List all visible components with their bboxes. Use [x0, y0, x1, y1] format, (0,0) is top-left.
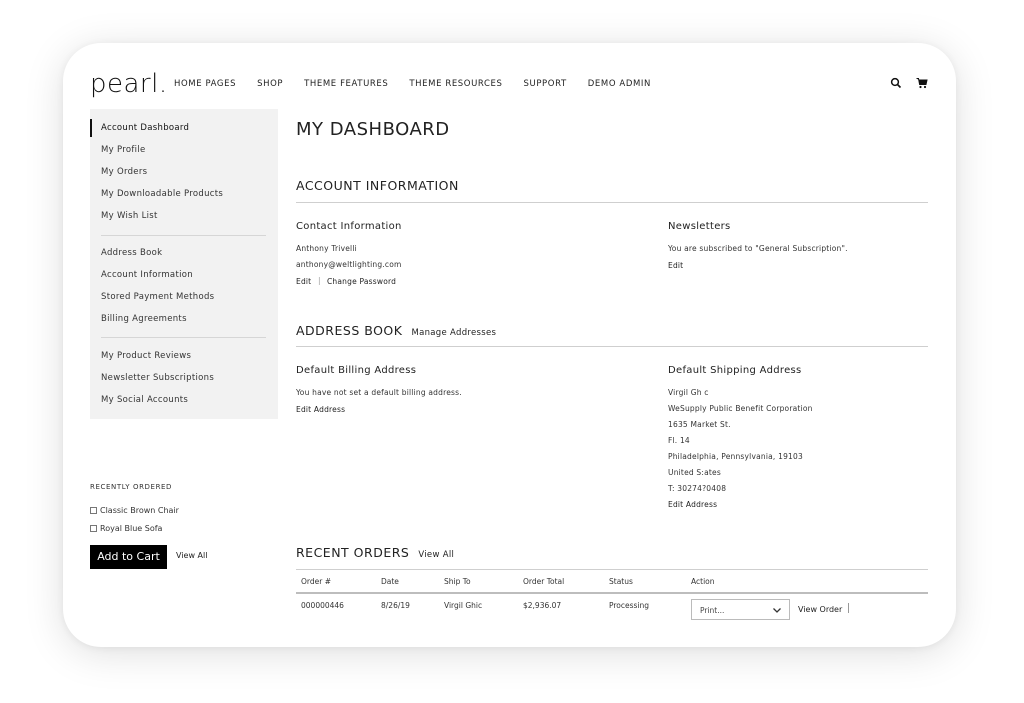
recently-ordered-title: RECENTLY ORDERED — [90, 483, 173, 491]
newsletters-title: Newsletters — [668, 221, 731, 232]
print-select[interactable]: Print... — [691, 599, 790, 620]
recent-orders-title: RECENT ORDERS View All — [296, 545, 454, 560]
order-total: $2,936.07 — [523, 601, 562, 610]
column-header-ship-to: Ship To — [444, 577, 471, 586]
recent-orders-heading: RECENT ORDERS — [296, 545, 410, 560]
manage-addresses-link[interactable]: Manage Addresses — [411, 328, 496, 338]
account-information-title: ACCOUNT INFORMATION — [296, 178, 459, 193]
contact-information-title: Contact Information — [296, 221, 402, 232]
sidebar-item-account-information[interactable]: Account Information — [101, 270, 193, 280]
sidebar-item-stored-payment-methods[interactable]: Stored Payment Methods — [101, 292, 214, 302]
recent-item-label: Royal Blue Sofa — [100, 524, 163, 533]
sidebar-item-wish-list[interactable]: My Wish List — [101, 211, 158, 221]
account-sidebar: Account Dashboard My Profile My Orders M… — [90, 109, 278, 419]
shipping-edit-address-link[interactable]: Edit Address — [668, 500, 717, 509]
search-icon[interactable] — [890, 77, 902, 89]
nav-shop[interactable]: SHOP — [257, 79, 283, 89]
link-separator: | — [318, 276, 321, 285]
recent-orders-view-all-link[interactable]: View All — [418, 550, 454, 560]
shipping-line: T: 30274?0408 — [668, 484, 727, 493]
shipping-line: WeSupply Public Benefit Corporation — [668, 404, 813, 413]
sidebar-item-address-book[interactable]: Address Book — [101, 248, 162, 258]
column-header-action: Action — [691, 577, 715, 586]
address-book-heading: ADDRESS BOOK — [296, 323, 403, 338]
sidebar-divider — [101, 337, 266, 338]
sidebar-item-social-accounts[interactable]: My Social Accounts — [101, 395, 188, 405]
checkbox[interactable] — [90, 525, 97, 532]
order-number: 000000446 — [301, 601, 344, 610]
contact-name: Anthony Trivelli — [296, 244, 357, 253]
contact-email: anthony@weltlighting.com — [296, 260, 402, 269]
column-header-order: Order # — [301, 577, 331, 586]
active-indicator — [90, 119, 92, 137]
billing-edit-address-link[interactable]: Edit Address — [296, 405, 345, 414]
chevron-down-icon — [773, 608, 781, 613]
column-header-date: Date — [381, 577, 399, 586]
sidebar-item-account-dashboard[interactable]: Account Dashboard — [101, 123, 189, 133]
newsletters-edit-link[interactable]: Edit — [668, 261, 683, 270]
page-title: MY DASHBOARD — [296, 119, 450, 140]
billing-text: You have not set a default billing addre… — [296, 388, 462, 397]
shipping-line: United S:ates — [668, 468, 721, 477]
section-divider — [296, 202, 928, 203]
change-password-link[interactable]: Change Password — [327, 277, 396, 286]
add-to-cart-button[interactable]: Add to Cart — [90, 545, 167, 569]
order-status: Processing — [609, 601, 650, 610]
order-ship-to: Virgil Ghic — [444, 601, 483, 610]
nav-demo-admin[interactable]: DEMO ADMIN — [588, 79, 651, 89]
nav-support[interactable]: SUPPORT — [524, 79, 567, 89]
section-divider — [296, 569, 928, 570]
nav-home-pages[interactable]: HOME PAGES — [174, 79, 236, 89]
address-book-title: ADDRESS BOOK Manage Addresses — [296, 323, 496, 338]
default-billing-title: Default Billing Address — [296, 365, 417, 376]
recent-item[interactable]: Royal Blue Sofa — [90, 524, 162, 533]
shipping-line: Fl. 14 — [668, 436, 690, 445]
sidebar-item-downloadable-products[interactable]: My Downloadable Products — [101, 189, 223, 199]
recent-item-label: Classic Brown Chair — [100, 506, 179, 515]
sidebar-item-billing-agreements[interactable]: Billing Agreements — [101, 314, 187, 324]
newsletters-text: You are subscribed to "General Subscript… — [668, 244, 848, 253]
sidebar-item-product-reviews[interactable]: My Product Reviews — [101, 351, 191, 361]
cart-icon[interactable] — [916, 77, 928, 89]
checkbox[interactable] — [90, 507, 97, 514]
recent-item[interactable]: Classic Brown Chair — [90, 506, 179, 515]
logo[interactable]: pearl. — [90, 69, 168, 99]
nav-theme-features[interactable]: THEME FEATURES — [304, 79, 388, 89]
print-select-value: Print... — [700, 606, 725, 615]
shipping-line: Philadelphia, Pennsylvania, 19103 — [668, 452, 803, 461]
sidebar-item-my-profile[interactable]: My Profile — [101, 145, 146, 155]
column-header-order-total: Order Total — [523, 577, 565, 586]
page-card: pearl. HOME PAGES SHOP THEME FEATURES TH… — [63, 43, 956, 647]
shipping-line: Virgil Gh c — [668, 388, 709, 397]
table-header-divider — [296, 592, 928, 594]
view-order-link[interactable]: View Order — [798, 605, 842, 614]
link-separator — [848, 603, 849, 613]
sidebar-divider — [101, 235, 266, 236]
section-divider — [296, 346, 928, 347]
nav-theme-resources[interactable]: THEME RESOURCES — [409, 79, 502, 89]
sidebar-item-my-orders[interactable]: My Orders — [101, 167, 147, 177]
order-date: 8/26/19 — [381, 601, 410, 610]
main-nav: HOME PAGES SHOP THEME FEATURES THEME RES… — [174, 79, 672, 89]
contact-edit-link[interactable]: Edit — [296, 277, 311, 286]
default-shipping-title: Default Shipping Address — [668, 365, 802, 376]
column-header-status: Status — [609, 577, 633, 586]
sidebar-item-newsletter-subscriptions[interactable]: Newsletter Subscriptions — [101, 373, 214, 383]
shipping-line: 1635 Market St. — [668, 420, 731, 429]
recent-view-all-link[interactable]: View All — [176, 551, 207, 560]
